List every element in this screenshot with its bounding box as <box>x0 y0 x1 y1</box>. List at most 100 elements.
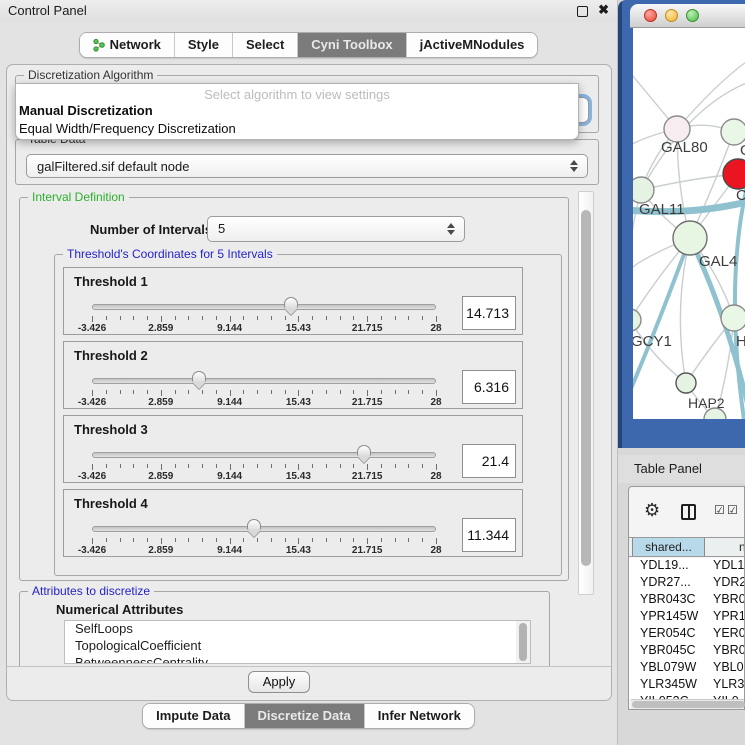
zoom-traffic-light[interactable] <box>686 9 699 22</box>
tab-jactivemnodules[interactable]: jActiveMNodules <box>406 33 538 57</box>
slider-tick <box>92 538 93 544</box>
slider-tick <box>120 316 121 320</box>
slider-thumb[interactable] <box>247 519 261 537</box>
slider-tick <box>202 464 203 468</box>
stepper-icon <box>570 160 578 172</box>
threshold-label: Threshold 4 <box>74 496 148 511</box>
cell-shared-name: YPR145W <box>640 609 702 623</box>
cell-name: YBR0 <box>713 643 744 657</box>
control-panel-titlebar: Control Panel ✖ <box>0 0 617 22</box>
settings-scrollbar[interactable] <box>578 191 594 595</box>
scrollbar-thumb[interactable] <box>581 210 591 566</box>
threshold-value-field[interactable]: 21.4 <box>462 444 516 478</box>
tick-label: 15.43 <box>286 471 311 482</box>
slider-track[interactable] <box>92 304 436 310</box>
table-data-combobox[interactable]: galFiltered.sif default node <box>26 154 588 178</box>
table-row[interactable]: YDL19...YDL1 <box>629 558 744 575</box>
tick-label: 15.43 <box>286 545 311 556</box>
table-row[interactable]: YBL079WYBL0 <box>629 660 744 677</box>
float-window-icon[interactable] <box>577 6 588 17</box>
num-intervals-label: Number of Intervals <box>90 222 212 237</box>
slider-track[interactable] <box>92 452 436 458</box>
tab-infer-network[interactable]: Infer Network <box>364 704 474 728</box>
network-node[interactable] <box>723 159 745 189</box>
tab-cyni-toolbox[interactable]: Cyni Toolbox <box>297 33 405 57</box>
tick-label: 15.43 <box>286 323 311 334</box>
slider-tick <box>367 390 368 396</box>
column-header-name[interactable]: na <box>706 538 744 556</box>
tick-label: 21.715 <box>352 397 383 408</box>
scrollbar-thumb[interactable] <box>519 623 527 661</box>
cell-name: YBL0 <box>713 660 744 674</box>
slider-tick <box>271 390 272 394</box>
slider-tick <box>175 464 176 468</box>
table-row[interactable]: YDR27...YDR2 <box>629 575 744 592</box>
close-icon[interactable]: ✖ <box>598 2 609 18</box>
minimize-traffic-light[interactable] <box>665 9 678 22</box>
table-header: shared... na <box>629 537 744 557</box>
slider-tick <box>161 538 162 544</box>
threshold-value-field[interactable]: 11.344 <box>462 518 516 552</box>
slider-thumb[interactable] <box>192 371 206 389</box>
table-row[interactable]: YER054CYER0 <box>629 626 744 643</box>
slider-tick <box>147 316 148 320</box>
slider-thumb[interactable] <box>357 445 371 463</box>
tab-style[interactable]: Style <box>174 33 232 57</box>
right-region: GAL80GCGAL11GAL4GCY1HHAP2 Table Panel ⚙ … <box>618 0 745 745</box>
group-title: Attributes to discretize <box>28 584 154 598</box>
table-hscrollbar[interactable] <box>631 699 744 709</box>
attribute-list-item[interactable]: BetweennessCentrality <box>65 655 516 664</box>
slider-tick <box>257 316 258 320</box>
threshold-box: Threshold 3-3.4262.8599.14415.4321.71528… <box>63 415 523 483</box>
checked-box-icon[interactable]: ☑ <box>727 503 738 517</box>
slider-tick <box>353 316 354 320</box>
apply-button[interactable]: Apply <box>248 671 310 693</box>
cell-name: YER0 <box>713 626 744 640</box>
thumb-cap <box>284 297 298 308</box>
network-node[interactable] <box>676 373 696 393</box>
column-header-shared[interactable]: shared... <box>632 538 705 556</box>
slider-tick <box>395 316 396 320</box>
network-node[interactable] <box>633 309 641 331</box>
network-node[interactable] <box>673 221 707 255</box>
attributes-scrollbar[interactable] <box>516 621 530 663</box>
network-canvas[interactable]: GAL80GCGAL11GAL4GCY1HHAP2 <box>633 28 745 419</box>
cell-name: YPR1 <box>713 609 744 623</box>
tab-network[interactable]: Network <box>80 33 174 57</box>
close-traffic-light[interactable] <box>644 9 657 22</box>
dropdown-option-manual[interactable]: Manual Discretization <box>16 103 578 121</box>
slider-tick <box>257 538 258 542</box>
network-node[interactable] <box>633 177 654 203</box>
tab-select[interactable]: Select <box>232 33 297 57</box>
threshold-value-field[interactable]: 14.713 <box>462 296 516 330</box>
table-row[interactable]: YBR045CYBR0 <box>629 643 744 660</box>
slider-tick <box>353 390 354 394</box>
checked-box-icon[interactable]: ☑ <box>714 503 725 517</box>
algorithm-dropdown-popup: Select algorithm to view settings Manual… <box>15 83 579 140</box>
tick-label: 9.144 <box>217 471 242 482</box>
network-node[interactable] <box>721 305 745 331</box>
slider-track[interactable] <box>92 378 436 384</box>
dropdown-option-equal-width[interactable]: Equal Width/Frequency Discretization <box>16 121 578 139</box>
tab-discretize-data[interactable]: Discretize Data <box>244 704 364 728</box>
tab-impute-data[interactable]: Impute Data <box>143 704 243 728</box>
column-split-icon[interactable] <box>681 504 696 520</box>
num-intervals-combobox[interactable]: 5 <box>207 216 465 242</box>
table-row[interactable]: YBR043CYBR0 <box>629 592 744 609</box>
tick-label: -3.426 <box>78 545 106 556</box>
slider-tick <box>312 464 313 468</box>
slider-tick <box>271 464 272 468</box>
slider-tick <box>298 464 299 470</box>
slider-thumb[interactable] <box>284 297 298 315</box>
threshold-value-field[interactable]: 6.316 <box>462 370 516 404</box>
slider-tick <box>92 390 93 396</box>
table-row[interactable]: YPR145W YPR1 <box>629 609 744 626</box>
slider-tick <box>312 390 313 394</box>
scrollbar-thumb[interactable] <box>632 701 745 708</box>
table-row[interactable]: YLR345WYLR3 <box>629 677 744 694</box>
attribute-list-item[interactable]: TopologicalCoefficient <box>65 638 516 655</box>
footer-divider <box>7 666 611 667</box>
settings-gear-icon[interactable]: ⚙ <box>644 500 660 521</box>
slider-track[interactable] <box>92 526 436 532</box>
attribute-list-item[interactable]: SelfLoops <box>65 621 516 638</box>
